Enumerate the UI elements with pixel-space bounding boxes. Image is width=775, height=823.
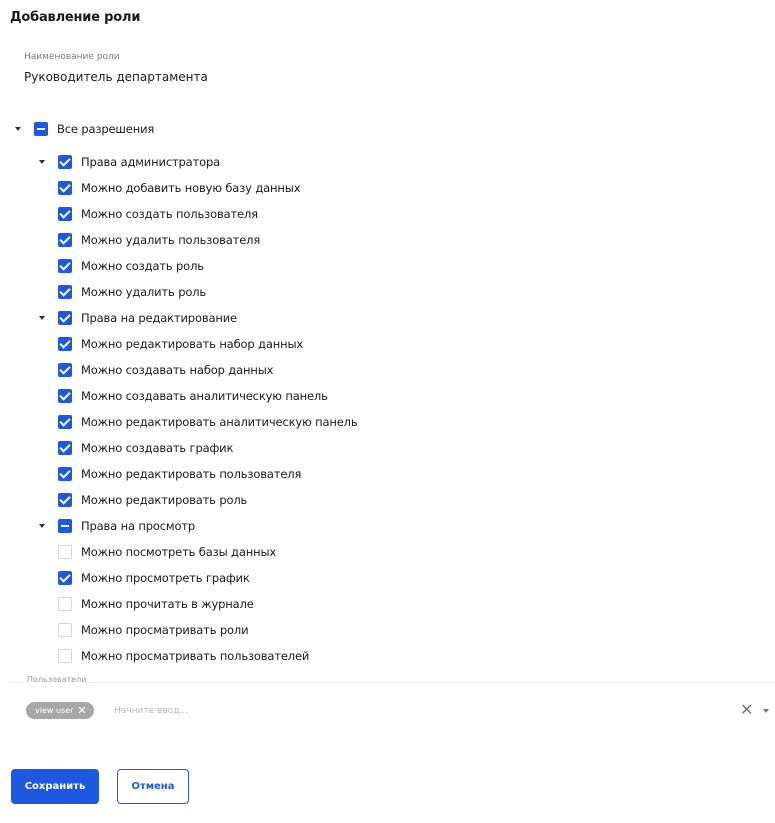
permission-label: Можно посмотреть базы данных xyxy=(81,545,277,559)
permission-group[interactable]: Права на просмотр xyxy=(39,517,196,535)
page-title: Добавление роли xyxy=(10,10,141,25)
checkbox[interactable] xyxy=(58,415,72,429)
permission-label: Можно удалить пользователя xyxy=(81,233,261,247)
permission-label: Можно просмотреть график xyxy=(81,571,250,585)
checkbox[interactable] xyxy=(58,311,72,325)
permission-label: Можно создавать график xyxy=(81,441,234,455)
permission-item[interactable]: Можно посмотреть базы данных xyxy=(58,543,276,561)
checkbox[interactable] xyxy=(58,545,72,559)
user-chip[interactable]: view user ✕ xyxy=(26,702,94,719)
permission-item[interactable]: Можно просматривать пользователей xyxy=(58,647,309,665)
permission-label: Права на редактирование xyxy=(81,311,237,325)
checkbox[interactable] xyxy=(58,467,72,481)
permission-item[interactable]: Можно прочитать в журнале xyxy=(58,595,254,613)
cancel-button[interactable]: Отмена xyxy=(117,769,189,804)
checkbox[interactable] xyxy=(58,597,72,611)
permission-item[interactable]: Можно создать роль xyxy=(58,257,204,275)
checkbox[interactable] xyxy=(58,571,72,585)
checkbox[interactable] xyxy=(58,285,72,299)
caret-down-icon[interactable] xyxy=(39,316,45,320)
users-divider xyxy=(10,682,775,683)
permission-label: Можно редактировать аналитическую панель xyxy=(81,415,358,429)
close-icon[interactable]: ✕ xyxy=(77,702,86,719)
permission-item[interactable]: Можно редактировать роль xyxy=(58,491,247,509)
permission-item[interactable]: Можно создать пользователя xyxy=(58,205,258,223)
permission-item[interactable]: Можно просматривать роли xyxy=(58,621,249,639)
checkbox[interactable] xyxy=(58,337,72,351)
role-name-value[interactable]: Руководитель департамента xyxy=(24,70,208,84)
checkbox[interactable] xyxy=(34,122,48,136)
permission-label: Можно редактировать набор данных xyxy=(81,337,304,351)
permission-label: Можно создавать набор данных xyxy=(81,363,274,377)
permission-label: Можно редактировать роль xyxy=(81,493,248,507)
permission-item[interactable]: Можно редактировать пользователя xyxy=(58,465,301,483)
permission-item[interactable]: Можно удалить пользователя xyxy=(58,231,260,249)
checkbox[interactable] xyxy=(58,233,72,247)
permission-item[interactable]: Можно просмотреть график xyxy=(58,569,250,587)
users-input[interactable] xyxy=(114,703,414,718)
checkbox[interactable] xyxy=(58,441,72,455)
permission-label: Права на просмотр xyxy=(81,519,196,533)
caret-down-icon[interactable] xyxy=(15,127,21,131)
users-label: Пользователи xyxy=(24,675,90,684)
permission-all[interactable]: Все разрешения xyxy=(15,120,155,138)
permission-item[interactable]: Можно создавать аналитическую панель xyxy=(58,387,328,405)
permission-label: Можно добавить новую базу данных xyxy=(81,181,301,195)
permission-label: Можно создать роль xyxy=(81,259,204,273)
checkbox[interactable] xyxy=(58,519,72,533)
permission-label: Можно прочитать в журнале xyxy=(81,597,254,611)
role-name-label: Наименование роли xyxy=(24,52,120,62)
permission-label: Права администратора xyxy=(81,155,221,169)
permission-group[interactable]: Права администратора xyxy=(39,153,221,171)
checkbox[interactable] xyxy=(58,207,72,221)
checkbox[interactable] xyxy=(58,259,72,273)
checkbox[interactable] xyxy=(58,623,72,637)
checkbox[interactable] xyxy=(58,493,72,507)
checkbox[interactable] xyxy=(58,363,72,377)
checkbox[interactable] xyxy=(58,181,72,195)
clear-icon[interactable]: ✕ xyxy=(740,700,753,720)
permission-item[interactable]: Можно добавить новую базу данных xyxy=(58,179,301,197)
permission-item[interactable]: Можно удалить роль xyxy=(58,283,206,301)
permission-label: Можно создать пользователя xyxy=(81,207,258,221)
permission-item[interactable]: Можно создавать набор данных xyxy=(58,361,273,379)
permission-label: Все разрешения xyxy=(57,122,155,136)
checkbox[interactable] xyxy=(58,649,72,663)
permission-label: Можно редактировать пользователя xyxy=(81,467,302,481)
permission-label: Можно просматривать роли xyxy=(81,623,249,637)
permission-item[interactable]: Можно редактировать аналитическую панель xyxy=(58,413,358,431)
checkbox[interactable] xyxy=(58,389,72,403)
permission-item[interactable]: Можно создавать график xyxy=(58,439,233,457)
chevron-down-icon[interactable] xyxy=(763,709,769,713)
permission-label: Можно удалить роль xyxy=(81,285,207,299)
save-button[interactable]: Сохранить xyxy=(11,769,99,804)
permission-group[interactable]: Права на редактирование xyxy=(39,309,237,327)
caret-down-icon[interactable] xyxy=(39,160,45,164)
permission-label: Можно создавать аналитическую панель xyxy=(81,389,328,403)
permission-label: Можно просматривать пользователей xyxy=(81,649,310,663)
permission-item[interactable]: Можно редактировать набор данных xyxy=(58,335,303,353)
caret-down-icon[interactable] xyxy=(39,524,45,528)
checkbox[interactable] xyxy=(58,155,72,169)
user-chip-label: view user xyxy=(35,706,74,715)
